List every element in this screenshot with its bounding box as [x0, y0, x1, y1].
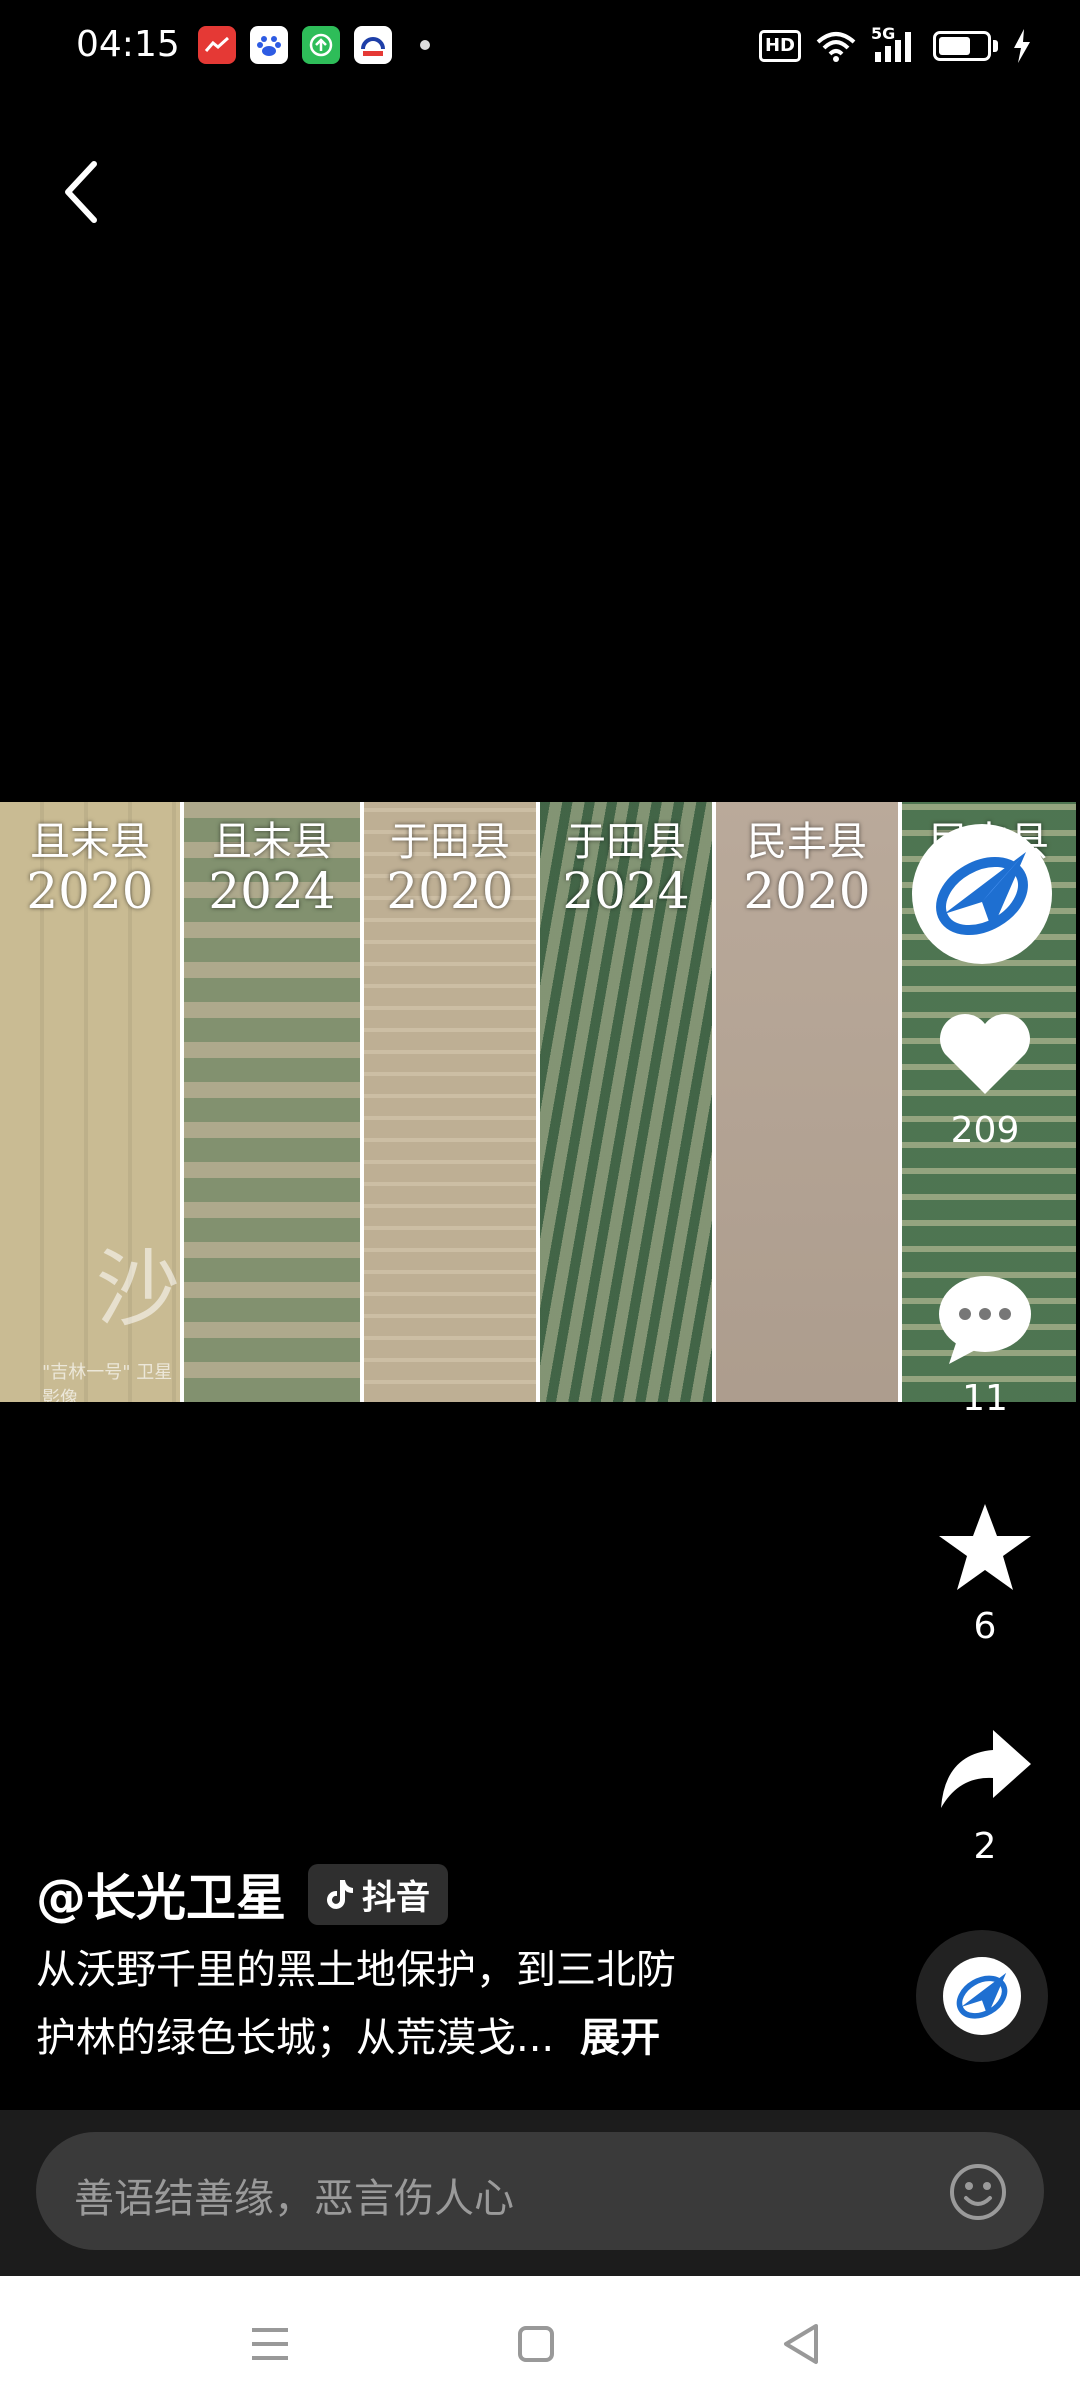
platform-name: 抖音	[362, 1877, 430, 1918]
heart-icon	[940, 1014, 1030, 1094]
share-button[interactable]: 2	[900, 1724, 1070, 1867]
panel-county: 且末县	[30, 819, 150, 865]
favorite-count: 6	[973, 1606, 997, 1647]
comment-input[interactable]: 善语结善缘，恶言伤人心	[36, 2132, 1044, 2250]
red-app-icon	[198, 26, 236, 64]
panel-county: 于田县	[390, 819, 510, 865]
share-count: 2	[973, 1826, 997, 1867]
panel-label: 于田县 2024	[540, 820, 712, 918]
home-square-icon	[518, 2326, 554, 2362]
panel-county: 于田县	[566, 819, 686, 865]
panel-label: 民丰县 2020	[716, 820, 898, 918]
star-icon	[939, 1504, 1031, 1590]
panel-year: 2020	[743, 862, 871, 920]
status-bar: 04:15 HD 5G	[0, 0, 1080, 96]
video-panel: 于田县 2024	[540, 802, 712, 1402]
menu-lines-icon	[252, 2328, 288, 2360]
comment-button[interactable]: 11	[900, 1274, 1070, 1419]
panel-year: 2020	[386, 862, 514, 920]
notification-dot-icon	[420, 40, 430, 50]
status-app-icons	[198, 26, 430, 64]
battery-icon	[933, 31, 998, 61]
douyin-logo-icon	[327, 1880, 353, 1909]
system-nav-bar	[0, 2276, 1080, 2408]
post-description: 从沃野千里的黑土地保护，到三北防 护林的绿色长城；从荒漠戈... 展开	[36, 1936, 796, 2072]
chevron-left-icon	[65, 161, 97, 223]
video-panel: 于田县 2020	[364, 802, 536, 1402]
emoji-button[interactable]	[948, 2162, 1008, 2222]
charging-bolt-icon	[1014, 29, 1030, 63]
status-indicators: HD 5G	[758, 24, 1032, 64]
panel-year: 2024	[562, 862, 690, 920]
watermark-character: 沙	[96, 1240, 180, 1338]
panel-county: 民丰县	[747, 819, 867, 865]
disc-avatar	[943, 1957, 1021, 2035]
like-count: 209	[950, 1110, 1020, 1151]
panel-label: 于田县 2020	[364, 820, 536, 918]
nav-back-button[interactable]	[772, 2316, 832, 2372]
platform-badge: 抖音	[308, 1863, 448, 1925]
status-time: 04:15	[76, 24, 180, 65]
smiley-icon	[950, 2164, 1006, 2220]
cellular-signal-icon: 5G	[871, 24, 919, 64]
baidu-app-icon	[250, 26, 288, 64]
video-panel: 且末县 2024	[184, 802, 360, 1402]
wifi-icon	[816, 32, 856, 62]
panel-year: 2024	[208, 862, 336, 920]
comment-count: 11	[962, 1378, 1008, 1419]
author-row: @长光卫星 抖音	[36, 1858, 448, 1930]
satellite-logo-icon	[956, 1972, 1008, 2019]
comment-bubble-icon	[939, 1276, 1031, 1364]
image-credit: "吉林一号" 卫星影像	[42, 1362, 173, 1402]
author-name[interactable]: @长光卫星	[36, 1858, 286, 1930]
like-button[interactable]: 209	[900, 1008, 1070, 1151]
video-panel: 民丰县 2020	[716, 802, 898, 1402]
panel-county: 且末县	[212, 819, 332, 865]
music-disc-button[interactable]	[916, 1930, 1048, 2062]
description-line-1: 从沃野千里的黑土地保护，到三北防	[36, 1947, 676, 1993]
satellite-logo-icon	[936, 852, 1028, 936]
hd-badge: HD	[758, 30, 801, 62]
panel-label: 且末县 2024	[184, 820, 360, 918]
expand-link[interactable]: 展开	[580, 2015, 660, 2061]
green-upload-app-icon	[302, 26, 340, 64]
panel-year: 2020	[26, 862, 154, 920]
comment-placeholder: 善语结善缘，恶言伤人心	[74, 2176, 514, 2222]
favorite-button[interactable]: 6	[900, 1502, 1070, 1647]
recents-button[interactable]	[240, 2316, 300, 2372]
blue-app-icon	[354, 26, 392, 64]
description-line-2: 护林的绿色长城；从荒漠戈...	[36, 2015, 555, 2061]
author-avatar[interactable]	[912, 824, 1052, 964]
panel-label: 且末县 2020	[0, 820, 180, 918]
back-triangle-icon	[784, 2324, 818, 2364]
home-button[interactable]	[506, 2316, 566, 2372]
back-button[interactable]	[54, 156, 114, 228]
video-panel: 且末县 2020 沙 "吉林一号" 卫星影像	[0, 802, 180, 1402]
share-arrow-icon	[941, 1730, 1031, 1808]
comment-bar: 善语结善缘，恶言伤人心	[0, 2110, 1080, 2276]
